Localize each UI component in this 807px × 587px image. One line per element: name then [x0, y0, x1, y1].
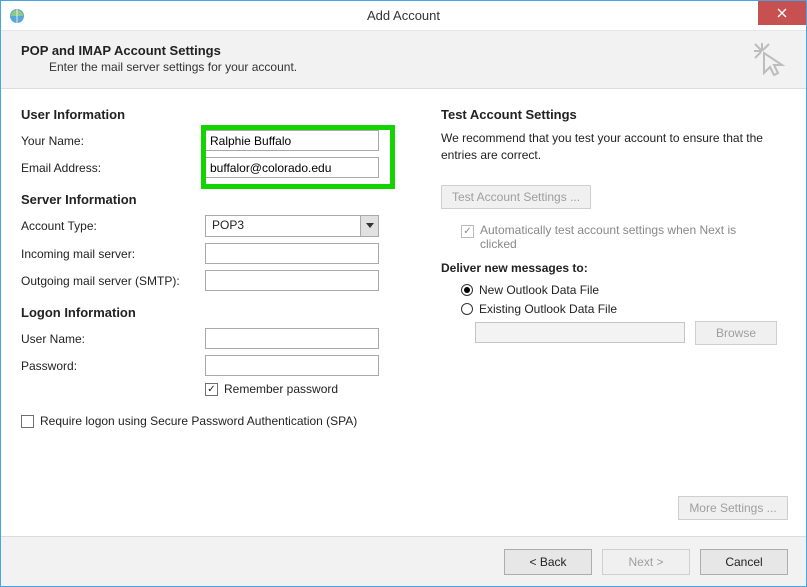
browse-button[interactable]: Browse	[695, 321, 777, 345]
test-account-settings-button[interactable]: Test Account Settings ...	[441, 185, 591, 209]
app-icon	[9, 8, 25, 24]
more-settings-button[interactable]: More Settings ...	[678, 496, 788, 520]
add-account-window: Add Account POP and IMAP Account Setting…	[0, 0, 807, 587]
test-settings-desc: We recommend that you test your account …	[441, 130, 786, 165]
window-title: Add Account	[1, 8, 806, 23]
password-input[interactable]	[205, 355, 379, 376]
your-name-input[interactable]	[205, 130, 379, 151]
close-icon	[777, 5, 787, 21]
username-label: User Name:	[21, 332, 205, 346]
server-info-title: Server Information	[21, 192, 415, 207]
logon-info-title: Logon Information	[21, 305, 415, 320]
user-info-title: User Information	[21, 107, 415, 122]
cursor-star-icon	[752, 41, 788, 80]
incoming-server-input[interactable]	[205, 243, 379, 264]
deliver-new-radio[interactable]	[461, 284, 473, 296]
account-type-select[interactable]: POP3	[205, 215, 379, 237]
outgoing-server-input[interactable]	[205, 270, 379, 291]
auto-test-label: Automatically test account settings when…	[480, 223, 770, 251]
account-type-label: Account Type:	[21, 219, 205, 233]
deliver-title: Deliver new messages to:	[441, 261, 786, 275]
header-subtitle: Enter the mail server settings for your …	[49, 60, 786, 74]
chevron-down-icon	[360, 216, 378, 236]
existing-file-input	[475, 322, 685, 343]
outgoing-server-label: Outgoing mail server (SMTP):	[21, 274, 205, 288]
titlebar: Add Account	[1, 1, 806, 31]
deliver-existing-label: Existing Outlook Data File	[479, 302, 617, 316]
next-button[interactable]: Next >	[602, 549, 690, 575]
footer-bar: < Back Next > Cancel	[1, 536, 806, 586]
remember-password-checkbox[interactable]: ✓	[205, 383, 218, 396]
email-label: Email Address:	[21, 161, 205, 175]
test-settings-title: Test Account Settings	[441, 107, 786, 122]
right-column: Test Account Settings We recommend that …	[441, 103, 802, 433]
left-column: User Information Your Name: Email Addres…	[21, 103, 415, 433]
email-input[interactable]	[205, 157, 379, 178]
auto-test-checkbox[interactable]: ✓	[461, 225, 474, 238]
close-button[interactable]	[758, 1, 806, 25]
remember-password-label: Remember password	[224, 382, 338, 396]
spa-checkbox[interactable]	[21, 415, 34, 428]
back-button[interactable]: < Back	[504, 549, 592, 575]
content-area: User Information Your Name: Email Addres…	[1, 89, 806, 433]
header-strip: POP and IMAP Account Settings Enter the …	[1, 31, 806, 89]
cancel-button[interactable]: Cancel	[700, 549, 788, 575]
your-name-label: Your Name:	[21, 134, 205, 148]
username-input[interactable]	[205, 328, 379, 349]
password-label: Password:	[21, 359, 205, 373]
incoming-server-label: Incoming mail server:	[21, 247, 205, 261]
deliver-new-label: New Outlook Data File	[479, 283, 599, 297]
deliver-existing-radio[interactable]	[461, 303, 473, 315]
spa-label: Require logon using Secure Password Auth…	[40, 414, 357, 428]
header-title: POP and IMAP Account Settings	[21, 43, 786, 58]
account-type-value: POP3	[206, 216, 360, 236]
